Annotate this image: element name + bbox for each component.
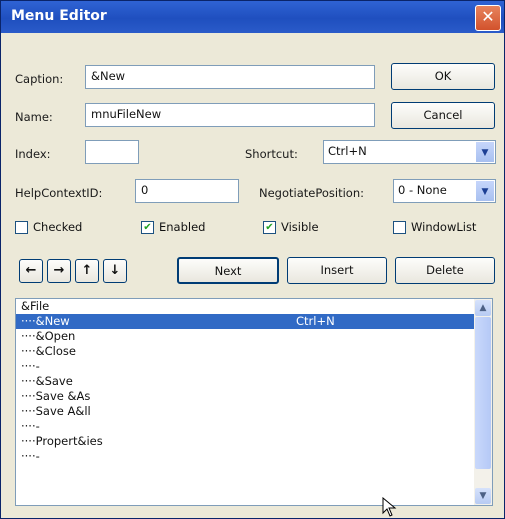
- shortcut-value: Ctrl+N: [328, 144, 367, 158]
- name-input[interactable]: mnuFileNew: [85, 103, 375, 127]
- menu-list-item[interactable]: ····&Open: [16, 329, 474, 344]
- ok-button[interactable]: OK: [391, 63, 495, 90]
- cancel-button[interactable]: Cancel: [391, 102, 495, 129]
- negotiate-label: NegotiatePosition:: [259, 186, 364, 200]
- move-left-button[interactable]: ←: [19, 259, 43, 283]
- windowlist-label: WindowList: [411, 220, 477, 234]
- menu-editor-window: Menu Editor ✕ Caption: &New OK Name: mnu…: [0, 0, 505, 519]
- move-down-button[interactable]: ↓: [103, 259, 127, 283]
- negotiate-value: 0 - None: [398, 183, 447, 197]
- menu-list-item[interactable]: ····-: [16, 449, 474, 464]
- helpcontext-label: HelpContextID:: [15, 186, 103, 200]
- menu-item-caption: &File: [21, 299, 50, 313]
- menu-item-caption: ····Save &As: [21, 389, 91, 403]
- menu-item-caption: ····-: [21, 359, 40, 373]
- window-title: Menu Editor: [11, 8, 107, 24]
- caption-label: Caption:: [15, 72, 64, 86]
- menu-list-item[interactable]: ····-: [16, 359, 474, 374]
- close-button[interactable]: ✕: [475, 5, 501, 31]
- checked-label: Checked: [33, 220, 83, 234]
- menu-list-item[interactable]: ····&Save: [16, 374, 474, 389]
- menu-list-item[interactable]: ····&New Ctrl+N: [16, 314, 474, 329]
- index-input[interactable]: [85, 140, 139, 164]
- name-label: Name:: [15, 110, 53, 124]
- menu-list-item[interactable]: ····-: [16, 419, 474, 434]
- arrow-up-icon: ↑: [81, 263, 93, 278]
- helpcontext-input[interactable]: 0: [135, 179, 239, 203]
- menu-item-caption: ····&Open: [21, 329, 76, 343]
- check-icon: ✔: [141, 220, 154, 234]
- menu-listbox[interactable]: &File ····&New Ctrl+N ····&Open ····&Close ··…: [15, 298, 493, 506]
- menu-list-item[interactable]: ····&Close: [16, 344, 474, 359]
- insert-button[interactable]: Insert: [287, 257, 387, 284]
- menu-item-caption: ····-: [21, 419, 40, 433]
- scroll-up-icon[interactable]: ▲: [475, 300, 491, 316]
- menu-item-caption: ····Save A&ll: [21, 404, 91, 418]
- menu-items: &File ····&New Ctrl+N ····&Open ····&Close ··…: [16, 299, 474, 464]
- menu-list-item[interactable]: ····Propert&ies: [16, 434, 474, 449]
- checkbox-box: [393, 220, 406, 234]
- menu-item-caption: ····&Save: [21, 374, 73, 388]
- shortcut-label: Shortcut:: [245, 147, 298, 161]
- enabled-checkbox[interactable]: ✔ Enabled: [141, 220, 205, 234]
- menu-list-item[interactable]: ····Save A&ll: [16, 404, 474, 419]
- close-icon: ✕: [481, 7, 495, 26]
- vertical-scrollbar[interactable]: ▲ ▼: [474, 299, 492, 505]
- menu-item-caption: ····&New: [21, 314, 70, 328]
- enabled-label: Enabled: [159, 220, 206, 234]
- delete-button[interactable]: Delete: [395, 257, 495, 284]
- arrow-down-icon: ↓: [109, 263, 121, 278]
- arrow-right-icon: →: [53, 263, 65, 278]
- visible-checkbox[interactable]: ✔ Visible: [263, 220, 319, 234]
- title-bar[interactable]: Menu Editor ✕: [1, 1, 504, 33]
- menu-list-item[interactable]: ····Save &As: [16, 389, 474, 404]
- negotiate-select[interactable]: 0 - None ▼: [393, 179, 496, 203]
- index-label: Index:: [15, 147, 51, 161]
- menu-item-shortcut: Ctrl+N: [296, 314, 335, 328]
- check-icon: ✔: [263, 220, 276, 234]
- checked-checkbox[interactable]: Checked: [15, 220, 82, 234]
- menu-item-caption: ····&Close: [21, 344, 76, 358]
- move-up-button[interactable]: ↑: [75, 259, 99, 283]
- scroll-down-icon[interactable]: ▼: [475, 488, 491, 504]
- menu-item-caption: ····Propert&ies: [21, 434, 103, 448]
- menu-list-item[interactable]: &File: [16, 299, 474, 314]
- chevron-down-icon[interactable]: ▼: [476, 142, 494, 162]
- windowlist-checkbox[interactable]: WindowList: [393, 220, 476, 234]
- next-button[interactable]: Next: [177, 257, 279, 284]
- checkbox-box: [15, 220, 28, 234]
- menu-item-caption: ····-: [21, 449, 40, 463]
- move-right-button[interactable]: →: [47, 259, 71, 283]
- mouse-cursor-icon: [382, 497, 397, 517]
- chevron-down-icon[interactable]: ▼: [476, 181, 494, 201]
- arrow-left-icon: ←: [25, 263, 37, 278]
- scroll-thumb[interactable]: [475, 317, 491, 469]
- caption-input[interactable]: &New: [85, 65, 375, 89]
- visible-label: Visible: [281, 220, 319, 234]
- shortcut-select[interactable]: Ctrl+N ▼: [323, 140, 496, 164]
